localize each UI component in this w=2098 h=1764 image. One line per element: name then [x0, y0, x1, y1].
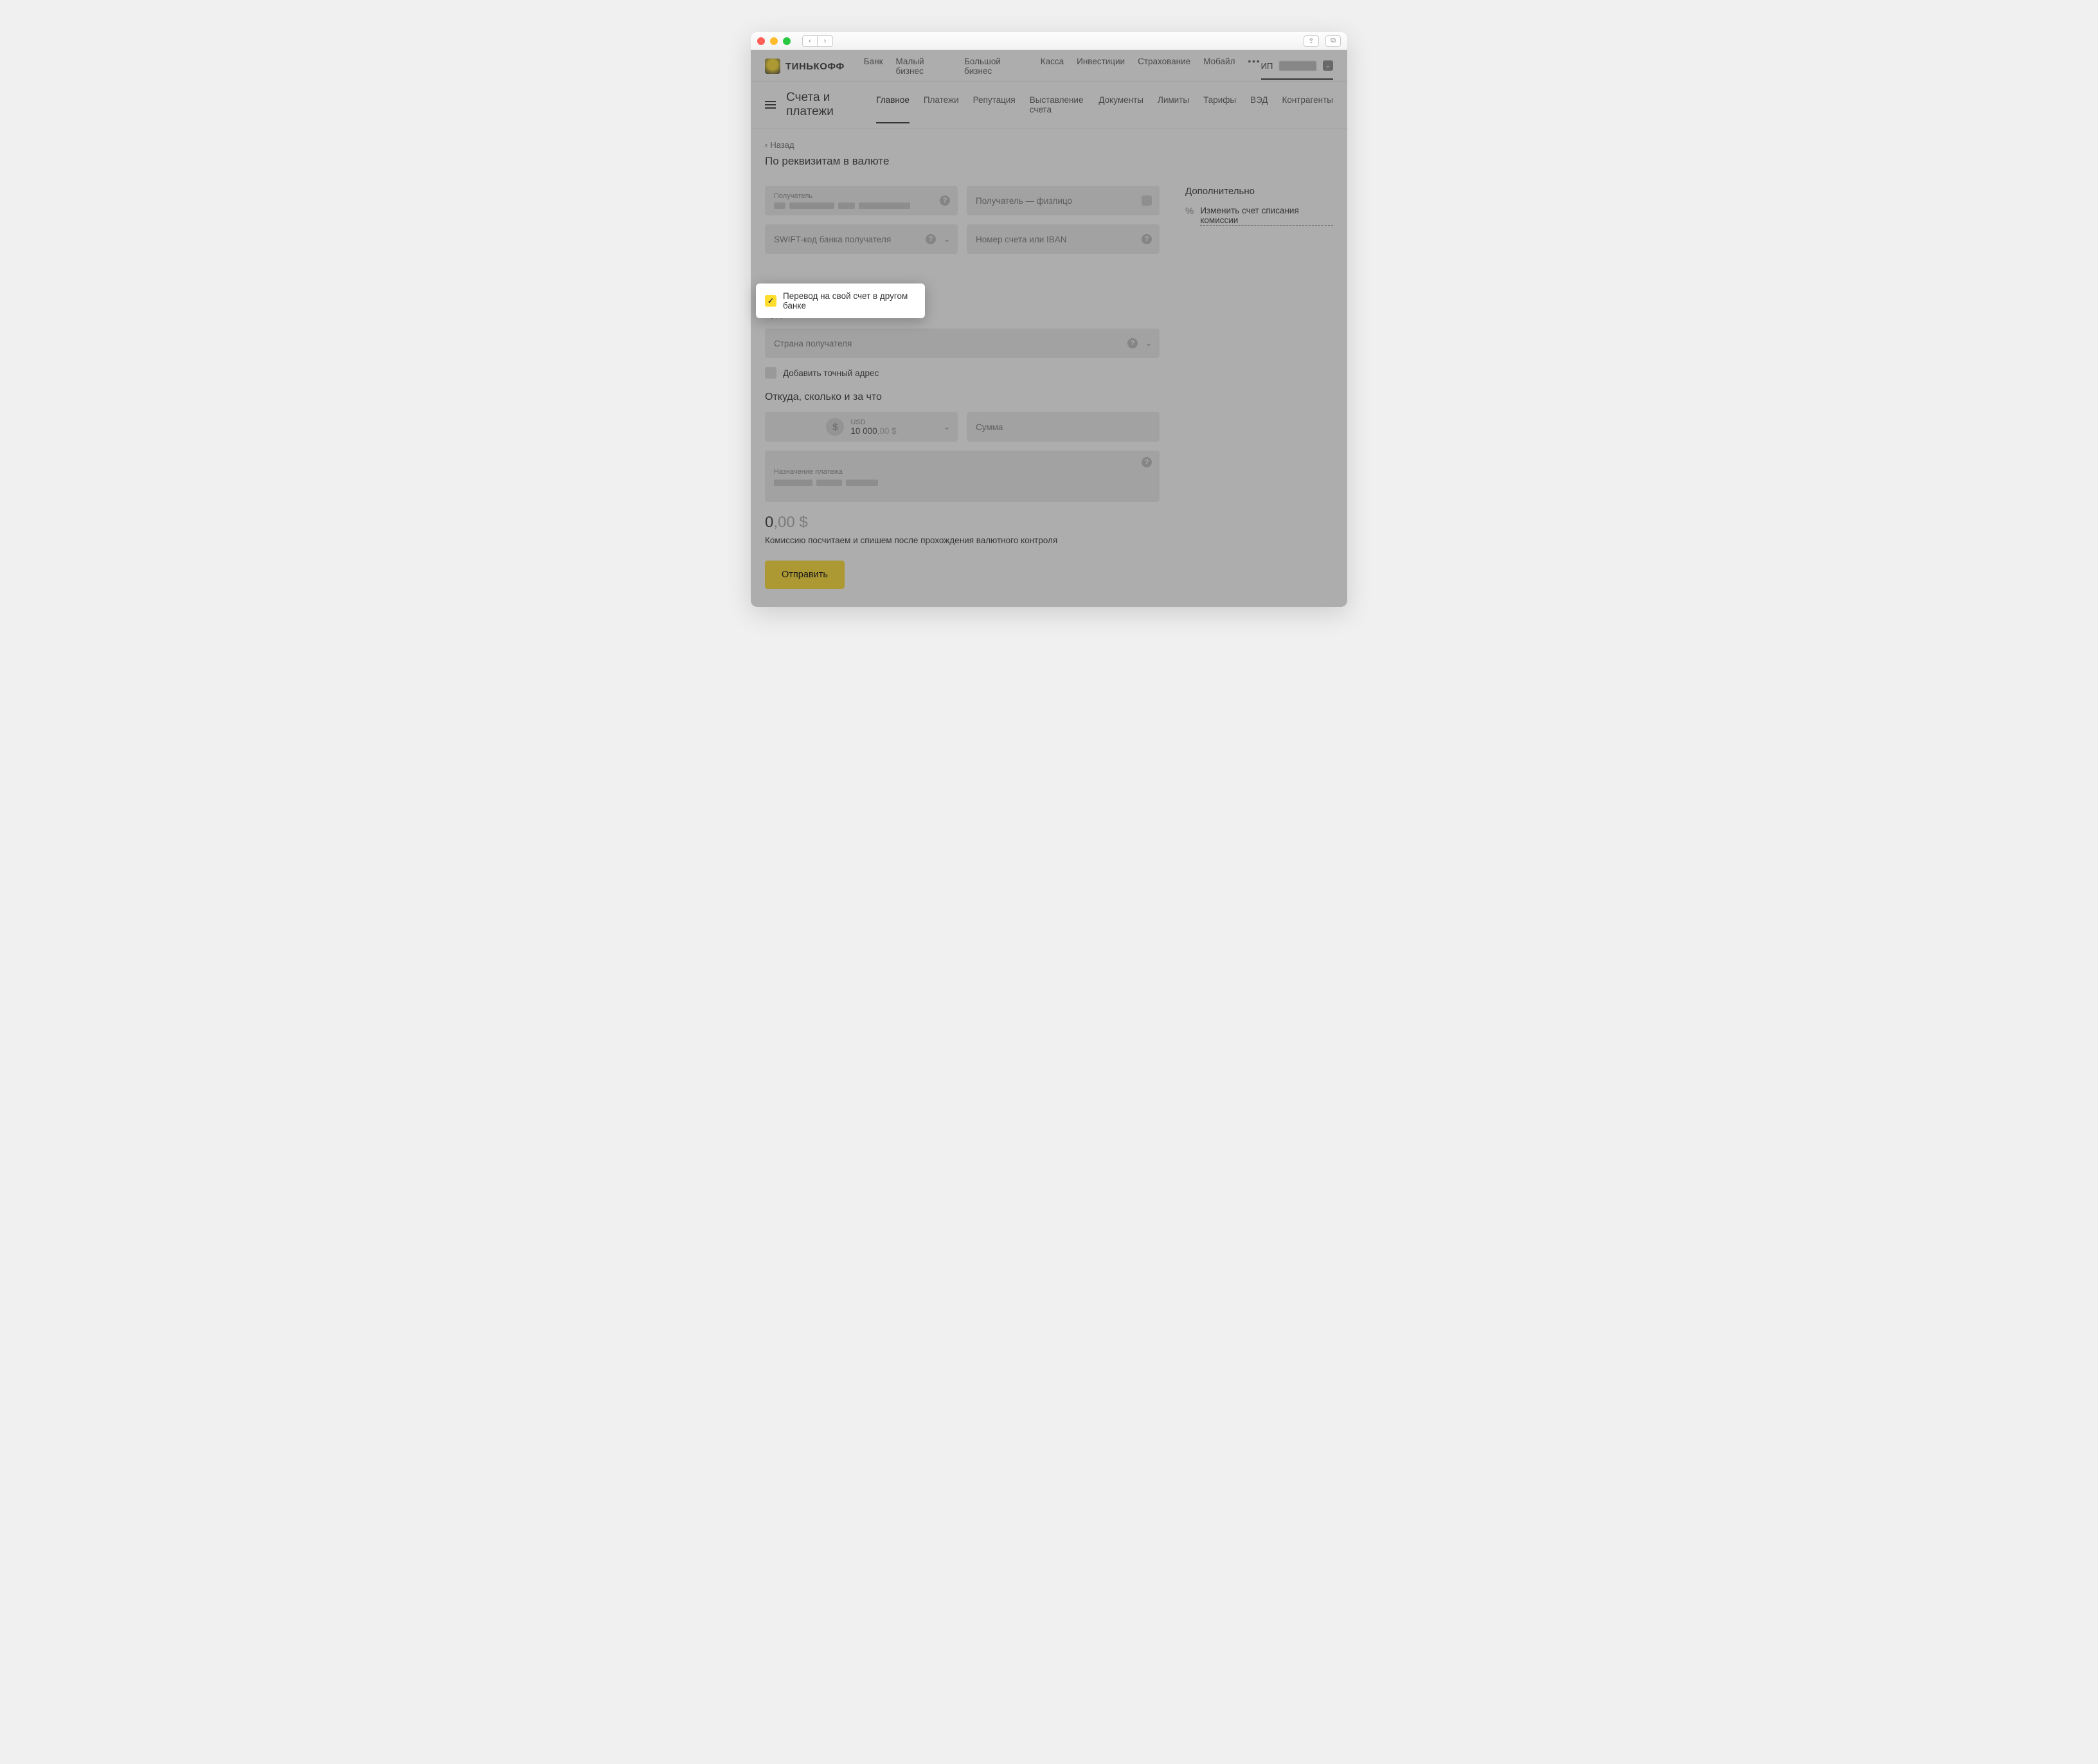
dollar-icon: $ [826, 418, 844, 436]
recipient-type-label: Получатель — физлицо [976, 196, 1072, 206]
country-field[interactable]: Страна получателя ? ⌄ [765, 328, 1160, 358]
sub-nav: Счета и платежи Главное Платежи Репутаци… [751, 82, 1347, 129]
hamburger-menu-icon[interactable] [765, 101, 776, 109]
recipient-label: Получатель [774, 192, 812, 200]
sidebar-title: Дополнительно [1185, 186, 1333, 197]
user-menu[interactable]: ИП ...... ⌄ [1261, 60, 1333, 80]
country-label: Страна получателя [774, 339, 852, 348]
own-account-checkbox[interactable] [765, 295, 776, 307]
user-name-redacted: ...... [1279, 61, 1316, 71]
purpose-label: Назначение платежа [774, 468, 843, 476]
section-from-heading: Откуда, сколько и за что [765, 392, 1160, 403]
add-address-label: Добавить точный адрес [783, 368, 879, 378]
currency-amount-decimal: ,00 $ [877, 426, 897, 436]
swift-label: SWIFT-код банка получателя [774, 235, 891, 244]
nav-forward-button[interactable]: › [818, 35, 833, 47]
purpose-field[interactable]: Назначение платежа ? [765, 451, 1160, 502]
topnav-item-mobile[interactable]: Мобайл [1203, 57, 1235, 76]
help-icon[interactable]: ? [940, 195, 950, 206]
topnav-item-bank[interactable]: Банк [864, 57, 883, 76]
change-commission-account-link[interactable]: Изменить счет списания комиссии [1200, 206, 1333, 226]
iban-field[interactable]: Номер счета или IBAN ? [967, 224, 1160, 254]
topnav-item-small-biz[interactable]: Малый бизнес [896, 57, 952, 76]
help-icon[interactable]: ? [1142, 234, 1152, 244]
share-button[interactable]: ⇪ [1304, 35, 1319, 47]
add-address-checkbox[interactable] [765, 367, 776, 379]
page-title: По реквизитам в валюте [765, 155, 1333, 168]
window-close-button[interactable] [757, 37, 765, 45]
topnav-more-icon[interactable]: ••• [1248, 57, 1260, 76]
chevron-down-icon: ⌄ [1145, 339, 1152, 348]
window-maximize-button[interactable] [783, 37, 791, 45]
tab-main[interactable]: Главное [876, 95, 910, 123]
window-titlebar: ‹ › ⇪ ⧉ [751, 32, 1347, 50]
recipient-field[interactable]: Получатель ? [765, 186, 958, 215]
tab-reputation[interactable]: Репутация [973, 95, 1016, 123]
logo-emblem-icon [765, 59, 780, 74]
topnav-item-big-biz[interactable]: Большой бизнес [964, 57, 1028, 76]
sum-field[interactable]: Сумма [967, 412, 1160, 442]
commission-note: Комиссию посчитаем и спишем после прохож… [765, 536, 1160, 545]
brand-logo[interactable]: ТИНЬКОФФ [765, 59, 845, 74]
percent-icon: % [1185, 206, 1194, 217]
add-address-checkbox-row[interactable]: Добавить точный адрес [765, 367, 1160, 379]
help-icon[interactable]: ? [1127, 338, 1138, 348]
total-amount: 0,00 $ [765, 514, 1160, 532]
tab-tariffs[interactable]: Тарифы [1203, 95, 1236, 123]
brand-name: ТИНЬКОФФ [785, 61, 845, 72]
top-nav: ТИНЬКОФФ Банк Малый бизнес Большой бизне… [751, 50, 1347, 82]
currency-code: USD [850, 419, 896, 426]
user-prefix: ИП [1261, 61, 1273, 71]
swift-field[interactable]: SWIFT-код банка получателя ? ⌄ [765, 224, 958, 254]
chevron-left-icon: ‹ [765, 140, 767, 150]
own-account-label: Перевод на свой счет в другом банке [783, 291, 916, 310]
recipient-type-toggle[interactable] [1142, 195, 1152, 206]
submit-button[interactable]: Отправить [765, 561, 845, 589]
tab-counterparties[interactable]: Контрагенты [1282, 95, 1333, 123]
tab-invoice[interactable]: Выставление счета [1030, 95, 1085, 123]
help-icon[interactable]: ? [1142, 457, 1152, 467]
own-account-checkbox-row[interactable]: Перевод на свой счет в другом банке [756, 284, 925, 318]
topnav-item-kassa[interactable]: Касса [1041, 57, 1064, 76]
currency-amount-main: 10 000 [850, 426, 877, 436]
nav-back-button[interactable]: ‹ [802, 35, 818, 47]
tabs-button[interactable]: ⧉ [1325, 35, 1341, 47]
chevron-down-icon: ⌄ [944, 235, 950, 244]
window-minimize-button[interactable] [770, 37, 778, 45]
tab-payments[interactable]: Платежи [924, 95, 959, 123]
tab-ved[interactable]: ВЭД [1250, 95, 1268, 123]
currency-account-field[interactable]: $ USD 10 000,00 $ ⌄ [765, 412, 958, 442]
back-link[interactable]: ‹ Назад [765, 140, 1333, 150]
topnav-item-insurance[interactable]: Страхование [1138, 57, 1190, 76]
chevron-down-icon: ⌄ [1323, 60, 1333, 71]
topnav-item-invest[interactable]: Инвестиции [1077, 57, 1125, 76]
tab-documents[interactable]: Документы [1098, 95, 1143, 123]
chevron-down-icon: ⌄ [944, 422, 950, 431]
recipient-type-field[interactable]: Получатель — физлицо [967, 186, 1160, 215]
section-title: Счета и платежи [786, 91, 876, 119]
tab-limits[interactable]: Лимиты [1158, 95, 1189, 123]
help-icon[interactable]: ? [926, 234, 936, 244]
sum-label: Сумма [976, 422, 1003, 432]
iban-label: Номер счета или IBAN [976, 235, 1067, 244]
